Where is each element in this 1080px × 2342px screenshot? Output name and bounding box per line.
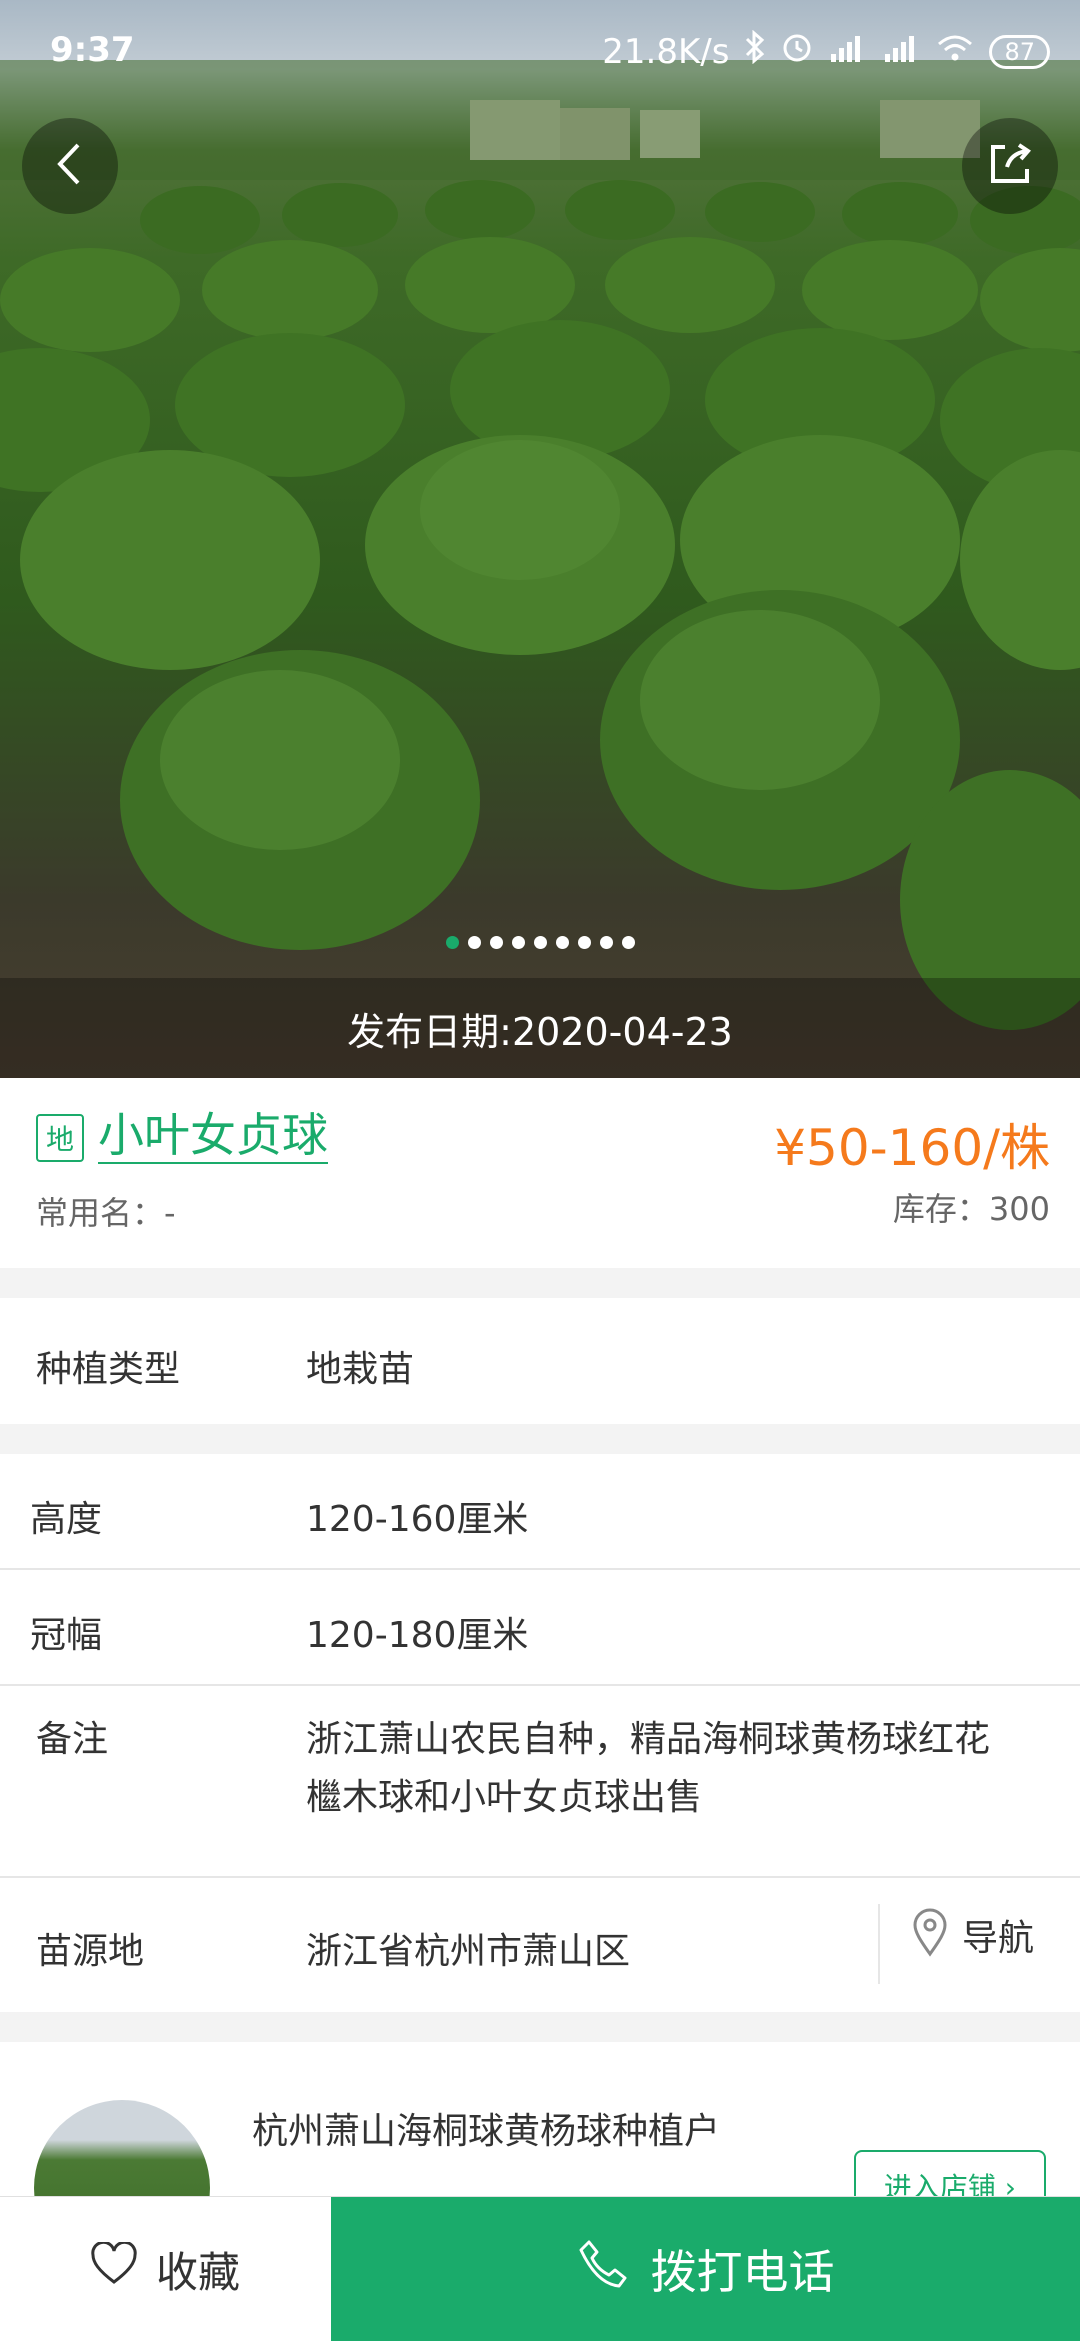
origin-value: 浙江省杭州市萧山区 bbox=[306, 1931, 631, 1972]
note-value-line2: 檵木球和小叶女贞球出售 bbox=[306, 1777, 703, 1818]
call-button[interactable]: 拨打电话 bbox=[331, 2197, 1080, 2341]
note-label: 备注 bbox=[36, 1719, 109, 1760]
call-label: 拨打电话 bbox=[650, 2245, 835, 2299]
network-speed: 21.8K/s bbox=[602, 31, 730, 72]
planting-type-value: 地栽苗 bbox=[306, 1349, 415, 1390]
planting-type-label: 种植类型 bbox=[36, 1349, 181, 1390]
bottom-action-bar: 收藏 拨打电话 bbox=[0, 2196, 1080, 2341]
note-value-line1: 浙江萧山农民自种，精品海桐球黄杨球红花 bbox=[306, 1719, 991, 1760]
carousel-dot bbox=[467, 936, 481, 949]
planting-tag: 地 bbox=[36, 1114, 84, 1162]
product-summary: 地 小叶女贞球 ¥50-160/株 常用名：- 库存：300 bbox=[0, 1078, 1080, 1268]
favorite-button[interactable]: 收藏 bbox=[0, 2197, 330, 2341]
navigation-button[interactable]: 导航 bbox=[910, 1908, 1034, 1962]
crown-row: 冠幅 120-180厘米 bbox=[0, 1570, 1080, 1684]
store-name: 杭州萧山海桐球黄杨球种植户 bbox=[252, 2111, 721, 2152]
carousel-dot bbox=[621, 936, 635, 949]
product-photo bbox=[0, 60, 1080, 1030]
location-pin-icon bbox=[910, 1908, 950, 1962]
crown-label: 冠幅 bbox=[30, 1615, 103, 1656]
status-bar: 9:37 21.8K/s 87 bbox=[0, 0, 1080, 100]
carousel-dot bbox=[511, 936, 525, 949]
height-row: 高度 120-160厘米 bbox=[0, 1454, 1080, 1568]
wifi-icon bbox=[935, 30, 975, 73]
origin-label: 苗源地 bbox=[36, 1931, 145, 1972]
planting-type-row: 种植类型 地栽苗 bbox=[0, 1298, 1080, 1424]
signal-hd-icon-2 bbox=[881, 30, 921, 73]
bluetooth-icon bbox=[743, 29, 767, 73]
carousel-dot bbox=[577, 936, 591, 949]
navigation-label: 导航 bbox=[962, 1918, 1035, 1959]
publish-date: 发布日期:2020-04-23 bbox=[347, 1009, 733, 1054]
carousel-dot bbox=[533, 936, 547, 949]
height-value: 120-160厘米 bbox=[306, 1499, 529, 1540]
signal-hd-icon bbox=[827, 30, 867, 73]
common-name: 常用名：- bbox=[36, 1194, 176, 1232]
height-label: 高度 bbox=[30, 1499, 103, 1540]
phone-icon bbox=[577, 2238, 629, 2301]
back-button[interactable] bbox=[22, 118, 118, 214]
carousel-dot bbox=[489, 936, 503, 949]
favorite-label: 收藏 bbox=[155, 2247, 240, 2297]
divider bbox=[878, 1904, 880, 1984]
carousel-dot bbox=[555, 936, 569, 949]
share-button[interactable] bbox=[962, 118, 1058, 214]
origin-row: 苗源地 浙江省杭州市萧山区 导航 bbox=[0, 1878, 1080, 2012]
stock-count: 库存：300 bbox=[892, 1190, 1050, 1228]
carousel-dot bbox=[599, 936, 613, 949]
note-row: 备注 浙江萧山农民自种，精品海桐球黄杨球红花 檵木球和小叶女贞球出售 bbox=[0, 1686, 1080, 1876]
publish-date-bar: 发布日期:2020-04-23 bbox=[0, 978, 1080, 1078]
heart-icon bbox=[90, 2240, 138, 2296]
carousel-dot bbox=[445, 936, 459, 949]
alarm-icon bbox=[781, 30, 813, 73]
share-icon bbox=[983, 137, 1037, 195]
carousel-indicator bbox=[0, 936, 1080, 949]
chevron-left-icon bbox=[50, 139, 90, 193]
status-time: 9:37 bbox=[50, 30, 135, 70]
product-image-carousel[interactable]: 9:37 21.8K/s 87 发布日期:2020-04-23 bbox=[0, 0, 1080, 1078]
battery-icon: 87 bbox=[989, 34, 1050, 69]
crown-value: 120-180厘米 bbox=[306, 1615, 529, 1656]
product-name-link[interactable]: 小叶女贞球 bbox=[98, 1108, 328, 1164]
product-price: ¥50-160/株 bbox=[774, 1119, 1050, 1177]
